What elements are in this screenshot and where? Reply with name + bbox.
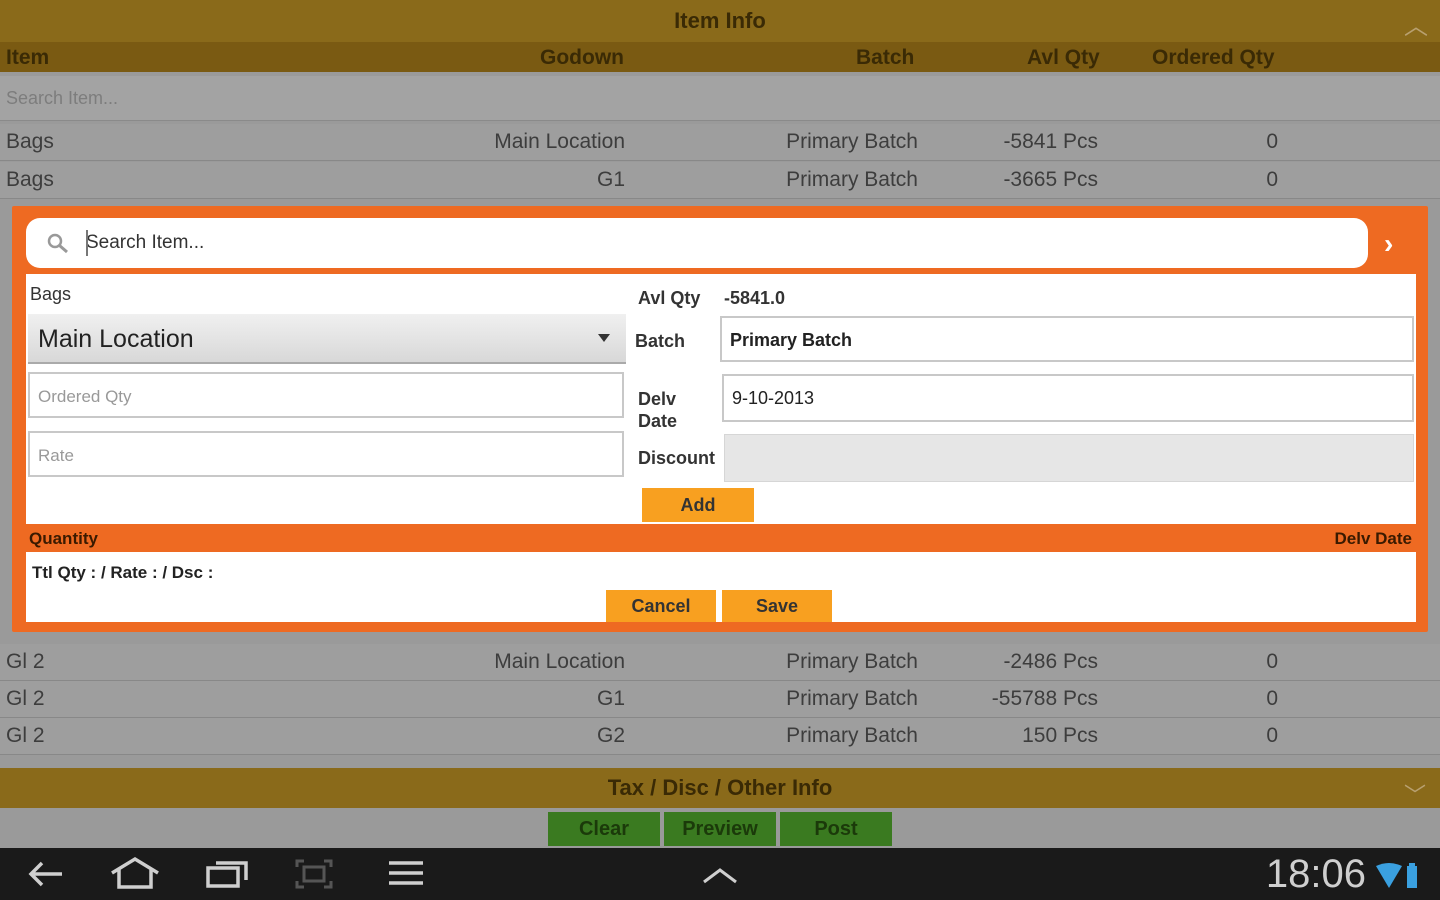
- cell-item: Gl 2: [6, 724, 45, 747]
- quantity-header-bar: Quantity Delv Date: [26, 526, 1416, 552]
- battery-icon: [1407, 863, 1417, 888]
- cell-batch: Primary Batch: [786, 650, 918, 673]
- col-ordered-qty: Ordered Qty: [1152, 46, 1275, 69]
- preview-button[interactable]: Preview: [664, 812, 776, 846]
- godown-select[interactable]: Main Location: [28, 314, 626, 364]
- rate-placeholder: Rate: [38, 446, 74, 465]
- totals-text: Ttl Qty : / Rate : / Dsc :: [32, 563, 214, 582]
- clear-button[interactable]: Clear: [548, 812, 660, 846]
- cell-batch: Primary Batch: [786, 724, 918, 747]
- delv-date-label-2: Date: [638, 411, 678, 431]
- item-info-header[interactable]: Item Info: [0, 0, 1440, 42]
- chevron-up-icon[interactable]: ︿: [1404, 6, 1428, 41]
- cell-batch: Primary Batch: [786, 168, 918, 191]
- cell-avl-qty: 150 Pcs: [1022, 724, 1098, 747]
- wifi-icon: [1376, 863, 1402, 888]
- cell-avl-qty: -55788 Pcs: [991, 687, 1098, 710]
- cell-ordered-qty: 0: [1266, 168, 1278, 191]
- quantity-header: Quantity: [29, 529, 98, 548]
- ordered-qty-input[interactable]: Ordered Qty: [28, 372, 624, 418]
- chevron-right-icon[interactable]: ›: [1384, 228, 1393, 260]
- cell-item: Gl 2: [6, 650, 45, 673]
- totals-panel: [26, 552, 1416, 622]
- post-button[interactable]: Post: [780, 812, 892, 846]
- rate-input[interactable]: Rate: [28, 431, 624, 477]
- add-button[interactable]: Add: [642, 488, 754, 522]
- delv-date-value: 9-10-2013: [732, 388, 815, 408]
- chevron-up-icon[interactable]: [700, 864, 740, 886]
- cell-godown: Main Location: [494, 130, 625, 153]
- cell-item: Gl 2: [6, 687, 45, 710]
- cell-godown: G1: [596, 168, 625, 191]
- search-icon: [47, 233, 68, 254]
- chevron-down-icon[interactable]: ﹀: [1404, 778, 1426, 810]
- status-clock: 18:06: [1265, 852, 1366, 896]
- delv-date-input[interactable]: 9-10-2013: [722, 374, 1414, 422]
- avl-qty-label: Avl Qty: [638, 288, 701, 308]
- cell-ordered-qty: 0: [1266, 687, 1278, 710]
- batch-input[interactable]: Primary Batch: [720, 316, 1414, 362]
- text-caret: [86, 230, 88, 256]
- item-name: Bags: [30, 284, 72, 304]
- screenshot-icon[interactable]: [294, 858, 334, 890]
- discount-label: Discount: [638, 448, 716, 468]
- home-icon[interactable]: [108, 856, 162, 890]
- column-header-row: Item Godown Batch Avl Qty Ordered Qty: [0, 42, 1440, 72]
- cell-ordered-qty: 0: [1266, 130, 1278, 153]
- col-godown: Godown: [540, 46, 624, 69]
- delv-date-label: Delv: [638, 389, 677, 409]
- cell-batch: Primary Batch: [786, 687, 918, 710]
- cell-avl-qty: -5841 Pcs: [1003, 130, 1098, 153]
- batch-label: Batch: [635, 331, 686, 351]
- dialog-search-placeholder: Search Item...: [86, 232, 205, 253]
- cell-item: Bags: [6, 130, 54, 153]
- back-icon[interactable]: [26, 858, 66, 890]
- discount-input[interactable]: [724, 434, 1414, 482]
- save-button[interactable]: Save: [722, 590, 832, 622]
- godown-select-value: Main Location: [38, 325, 194, 353]
- table-row[interactable]: Gl 2 Main Location Primary Batch -2486 P…: [0, 644, 1440, 681]
- table-row[interactable]: Bags Main Location Primary Batch -5841 P…: [0, 124, 1440, 161]
- table-row[interactable]: Gl 2 G1 Primary Batch -55788 Pcs 0: [0, 681, 1440, 718]
- cell-ordered-qty: 0: [1266, 724, 1278, 747]
- col-avl-qty: Avl Qty: [1027, 46, 1100, 69]
- item-info-title: Item Info: [674, 8, 766, 33]
- cell-godown: G1: [596, 687, 625, 710]
- cell-batch: Primary Batch: [786, 130, 918, 153]
- ordered-qty-placeholder: Ordered Qty: [38, 387, 132, 406]
- menu-icon[interactable]: [386, 858, 426, 888]
- batch-value: Primary Batch: [730, 330, 853, 350]
- recent-apps-icon[interactable]: [204, 858, 250, 890]
- cancel-button[interactable]: Cancel: [606, 590, 716, 622]
- cell-godown: Main Location: [494, 650, 625, 673]
- dropdown-arrow-icon: [598, 334, 610, 342]
- cell-avl-qty: -2486 Pcs: [1003, 650, 1098, 673]
- tax-disc-bar[interactable]: Tax / Disc / Other Info: [0, 768, 1440, 808]
- table-row[interactable]: Bags G1 Primary Batch -3665 Pcs 0: [0, 162, 1440, 199]
- item-search-input[interactable]: Search Item...: [0, 76, 1440, 121]
- cell-ordered-qty: 0: [1266, 650, 1278, 673]
- cell-item: Bags: [6, 168, 54, 191]
- col-item: Item: [6, 46, 50, 69]
- delv-date-header: Delv Date: [1334, 529, 1412, 548]
- avl-qty-value: -5841.0: [724, 288, 786, 308]
- dialog-search-input[interactable]: Search Item...: [26, 218, 1368, 268]
- cell-avl-qty: -3665 Pcs: [1003, 168, 1098, 191]
- col-batch: Batch: [856, 46, 915, 69]
- cell-godown: G2: [596, 724, 625, 747]
- table-row[interactable]: Gl 2 G2 Primary Batch 150 Pcs 0: [0, 718, 1440, 755]
- tax-disc-title: Tax / Disc / Other Info: [607, 775, 833, 800]
